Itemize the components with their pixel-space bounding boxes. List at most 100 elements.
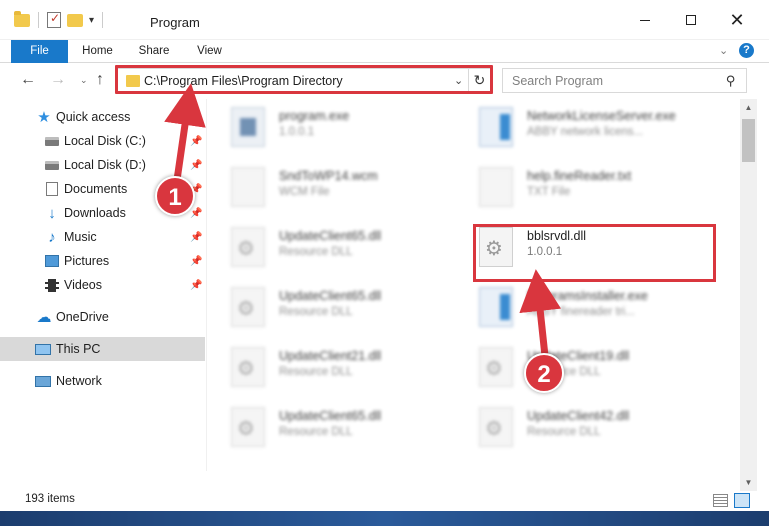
- expand-ribbon-icon[interactable]: ⌄: [719, 44, 728, 57]
- title-bar: ▾ Program ✕: [0, 0, 769, 40]
- cloud-icon: ☁: [36, 309, 52, 326]
- file-name: UpdateClient65.dll: [279, 409, 382, 423]
- blank-file-icon: [231, 167, 265, 207]
- pin-icon[interactable]: 📌: [190, 256, 202, 267]
- sidebar-item-pictures[interactable]: Pictures 📌: [0, 249, 205, 273]
- tab-view[interactable]: View: [183, 40, 236, 63]
- file-detail: Resource DLL: [279, 366, 353, 378]
- toolbar-separator: [102, 12, 104, 28]
- scroll-thumb[interactable]: [742, 119, 755, 162]
- file-name: help.fineReader.txt: [527, 169, 632, 183]
- file-highlight: [473, 224, 716, 282]
- pin-icon[interactable]: 📌: [190, 232, 202, 243]
- up-button[interactable]: ↑: [96, 71, 104, 89]
- quick-access-toolbar: ▾: [14, 10, 105, 28]
- help-icon[interactable]: ?: [739, 43, 754, 58]
- sidebar-item-quick-access[interactable]: ★ Quick access: [0, 105, 205, 129]
- application-icon: [479, 287, 513, 327]
- properties-icon[interactable]: [47, 11, 61, 28]
- star-icon: ★: [37, 109, 51, 126]
- file-detail: 1.0.0.1: [279, 126, 315, 138]
- music-icon: ♪: [48, 228, 56, 246]
- list-item[interactable]: UpdateClient65.dll Resource DLL: [207, 219, 447, 271]
- list-item[interactable]: UpdateClient42.dll Resource DLL: [455, 399, 695, 451]
- file-detail: ABBY network licens...: [527, 126, 644, 138]
- back-button[interactable]: ←: [20, 71, 36, 89]
- address-bar-highlight: [115, 65, 493, 94]
- file-detail: Resource DLL: [527, 426, 601, 438]
- pin-icon[interactable]: 📌: [190, 280, 202, 291]
- search-placeholder: Search Program: [512, 74, 604, 88]
- maximize-button[interactable]: [668, 0, 714, 40]
- file-detail: WCM File: [279, 186, 330, 198]
- disk-icon: [44, 157, 60, 173]
- sidebar-item-label: Videos: [64, 278, 102, 292]
- list-item[interactable]: NetworkLicenseServer.exe ABBY network li…: [455, 99, 695, 151]
- recent-locations-icon[interactable]: ⌄: [80, 75, 88, 86]
- list-item[interactable]: program.exe 1.0.0.1: [207, 99, 447, 151]
- sidebar-item-videos[interactable]: Videos 📌: [0, 273, 205, 297]
- dll-file-icon: [231, 407, 265, 447]
- sidebar-item-local-disk-c[interactable]: Local Disk (C:) 📌: [0, 129, 205, 153]
- sidebar-item-this-pc[interactable]: This PC: [0, 337, 205, 361]
- details-view-icon[interactable]: [713, 494, 728, 507]
- list-item[interactable]: UpdateClient65.dll Resource DLL: [207, 399, 447, 451]
- file-name: UpdateClient42.dll: [527, 409, 630, 423]
- step-1-badge: 1: [155, 176, 195, 216]
- tab-file[interactable]: File: [11, 40, 68, 63]
- file-name: UpdateClient65.dll: [279, 229, 382, 243]
- maximize-icon: [686, 15, 696, 25]
- list-item[interactable]: UpdateClient65.dll Resource DLL: [207, 279, 447, 331]
- dll-file-icon: [479, 347, 513, 387]
- pin-icon[interactable]: 📌: [190, 208, 202, 219]
- pin-icon[interactable]: 📌: [190, 160, 202, 171]
- desktop-background: [0, 511, 769, 526]
- search-icon: ⚲: [726, 73, 736, 88]
- search-input[interactable]: Search Program ⚲: [502, 68, 747, 93]
- minimize-icon: [640, 19, 650, 21]
- tab-home[interactable]: Home: [70, 40, 125, 63]
- file-detail: Resource DLL: [279, 306, 353, 318]
- close-icon: ✕: [729, 9, 745, 30]
- sidebar-item-label: OneDrive: [56, 310, 109, 324]
- computer-icon: [35, 341, 51, 357]
- list-item[interactable]: UpdateClient19.dll Resource DLL: [455, 339, 695, 391]
- dll-file-icon: [231, 347, 265, 387]
- document-icon: [44, 181, 60, 197]
- sidebar-item-onedrive[interactable]: ☁ OneDrive: [0, 305, 205, 329]
- list-item[interactable]: SndToWP14.wcm WCM File: [207, 159, 447, 211]
- file-name: UpdateClient65.dll: [279, 289, 382, 303]
- file-list: program.exe 1.0.0.1 NetworkLicenseServer…: [207, 99, 740, 471]
- vertical-scrollbar[interactable]: ▲ ▼: [740, 99, 757, 491]
- file-detail: Resource DLL: [279, 246, 353, 258]
- text-file-icon: [479, 167, 513, 207]
- close-button[interactable]: ✕: [714, 0, 760, 40]
- sidebar-item-network[interactable]: Network: [0, 369, 205, 393]
- large-icons-view-icon[interactable]: [734, 493, 750, 508]
- scroll-up-icon[interactable]: ▲: [740, 99, 757, 116]
- file-detail: TXT File: [527, 186, 571, 198]
- sidebar-item-music[interactable]: ♪ Music 📌: [0, 225, 205, 249]
- new-folder-icon[interactable]: [67, 13, 83, 27]
- customize-toolbar-icon[interactable]: ▾: [89, 15, 94, 26]
- download-icon: ↓: [48, 204, 56, 222]
- sidebar-item-label: Pictures: [64, 254, 110, 268]
- file-name: NetworkLicenseServer.exe: [527, 109, 676, 123]
- file-name: UpdateClient21.dll: [279, 349, 382, 363]
- item-count: 193 items: [25, 493, 75, 505]
- file-name: SndToWP14.wcm: [279, 169, 378, 183]
- sidebar-item-local-disk-d[interactable]: Local Disk (D:) 📌: [0, 153, 205, 177]
- minimize-button[interactable]: [622, 0, 668, 40]
- sidebar-item-label: Music: [64, 230, 97, 244]
- pin-icon[interactable]: 📌: [190, 136, 202, 147]
- forward-button[interactable]: →: [50, 71, 66, 89]
- list-item[interactable]: UpdateClient21.dll Resource DLL: [207, 339, 447, 391]
- navigation-pane: ★ Quick access Local Disk (C:) 📌 Local D…: [0, 99, 205, 471]
- sidebar-item-label: Documents: [64, 182, 128, 196]
- tab-share[interactable]: Share: [125, 40, 183, 63]
- disk-icon: [44, 133, 60, 149]
- list-item[interactable]: ProgramsInstaller.exe ABBY finereader tr…: [455, 279, 695, 331]
- scroll-down-icon[interactable]: ▼: [740, 474, 757, 491]
- file-name: program.exe: [279, 109, 350, 123]
- list-item[interactable]: help.fineReader.txt TXT File: [455, 159, 695, 211]
